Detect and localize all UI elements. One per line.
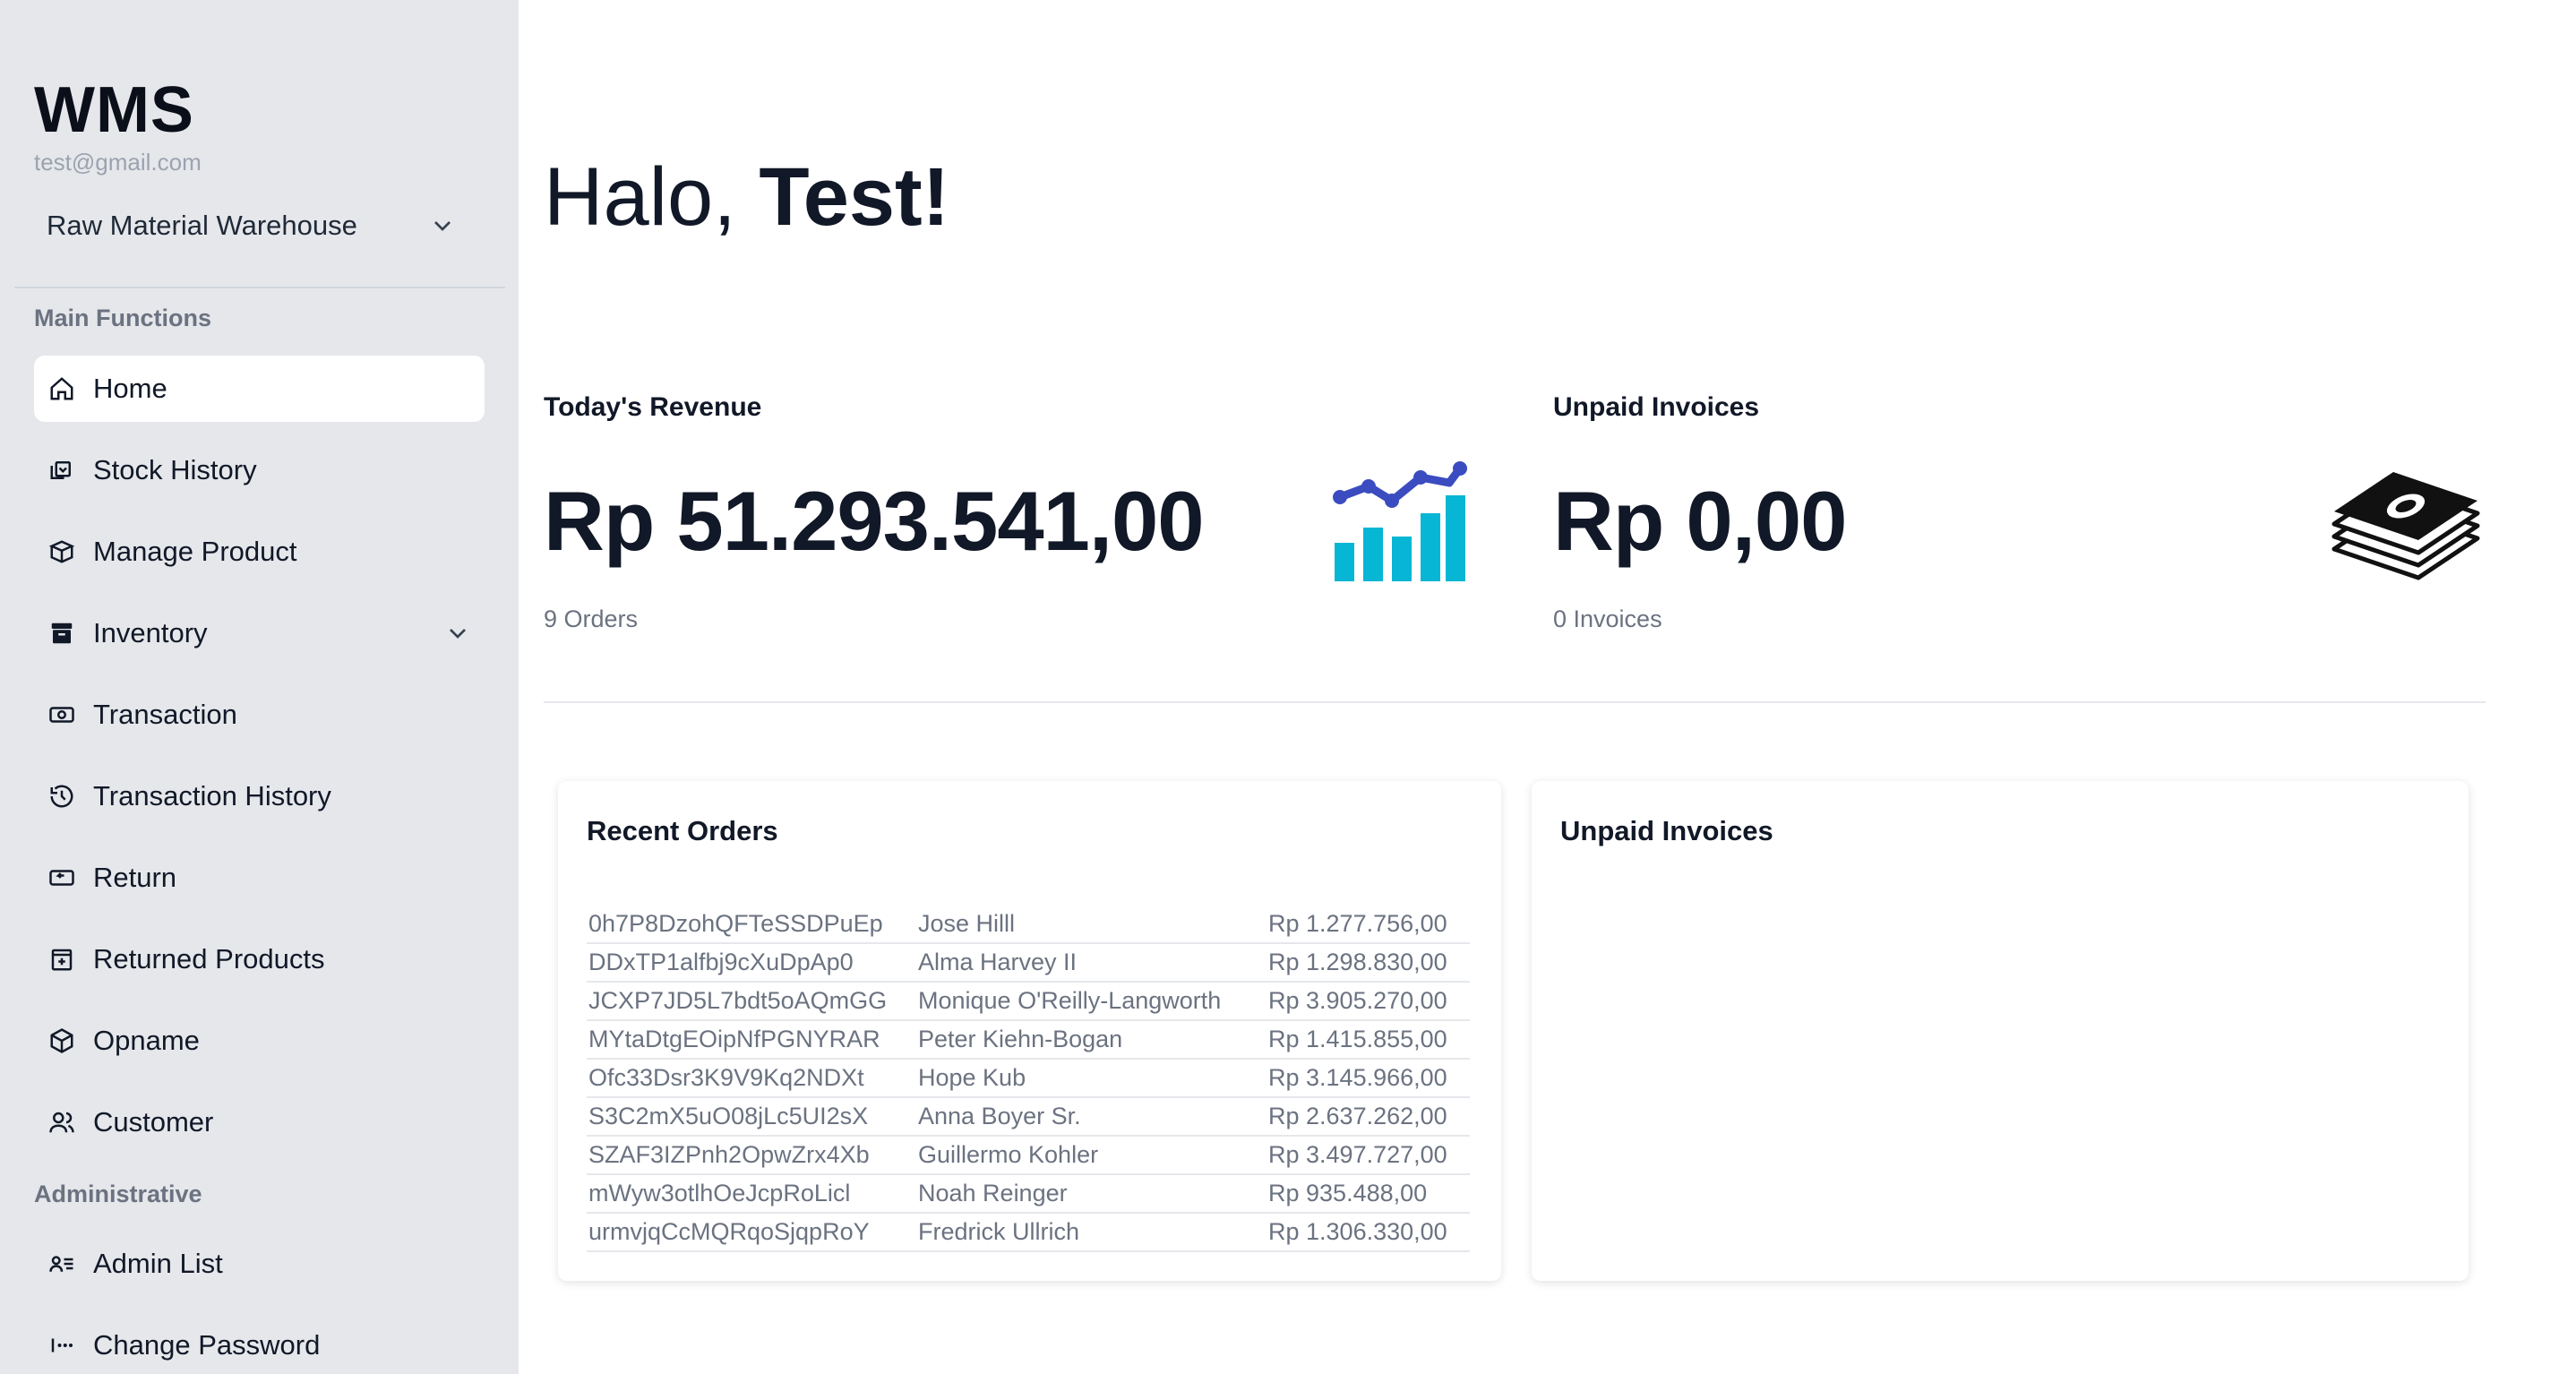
sidebar: WMS test@gmail.com Raw Material Warehous… [0, 0, 519, 1374]
brand-title: WMS [34, 74, 194, 146]
order-id: JCXP7JD5L7bdt5oAQmGG [587, 982, 916, 1021]
sidebar-item-label: Returned Products [93, 943, 325, 975]
revenue-orders-count: 9 Orders [544, 605, 639, 632]
history-icon [47, 781, 77, 812]
sidebar-item-opname[interactable]: Opname [34, 1008, 485, 1074]
revenue-value: Rp 51.293.541,00 [544, 474, 1205, 568]
sidebar-item-label: Return [93, 862, 177, 893]
sidebar-divider [14, 287, 505, 288]
order-customer: Noah Reinger [916, 1174, 1267, 1214]
order-amount: Rp 3.145.966,00 [1267, 1059, 1470, 1098]
sidebar-item-label: Transaction History [93, 780, 331, 812]
table-row[interactable]: JCXP7JD5L7bdt5oAQmGG Monique O'Reilly-La… [587, 982, 1470, 1021]
order-id: 0h7P8DzohQFTeSSDPuEp [587, 905, 916, 944]
order-id: SZAF3IZPnh2OpwZrx4Xb [587, 1136, 916, 1175]
order-customer: Peter Kiehn-Bogan [916, 1020, 1267, 1060]
archive-icon [47, 618, 77, 648]
recent-orders-table: 0h7P8DzohQFTeSSDPuEp Jose Hilll Rp 1.277… [587, 905, 1470, 1252]
section-label-main: Main Functions [34, 305, 211, 331]
chevron-down-icon [434, 221, 451, 231]
table-row[interactable]: mWyw3otlhOeJcpRoLicl Noah Reinger Rp 935… [587, 1174, 1470, 1214]
stock-history-icon [47, 455, 77, 485]
table-row[interactable]: S3C2mX5uO08jLc5UI2sX Anna Boyer Sr. Rp 2… [587, 1097, 1470, 1137]
table-row[interactable]: urmvjqCcMQRqoSjqpRoY Fredrick Ullrich Rp… [587, 1213, 1470, 1252]
sidebar-item-label: Opname [93, 1025, 200, 1056]
table-row[interactable]: MYtaDtgEOipNfPGNYRAR Peter Kiehn-Bogan R… [587, 1020, 1470, 1060]
page-greeting: Halo, Test! [544, 150, 949, 245]
order-customer: Alma Harvey II [916, 943, 1267, 983]
order-amount: Rp 1.415.855,00 [1267, 1020, 1470, 1060]
warehouse-select-label: Raw Material Warehouse [47, 210, 357, 241]
sidebar-item-label: Admin List [93, 1248, 223, 1279]
sidebar-item-admin-list[interactable]: Admin List [34, 1231, 485, 1297]
order-amount: Rp 3.497.727,00 [1267, 1136, 1470, 1175]
order-id: urmvjqCcMQRqoSjqpRoY [587, 1213, 916, 1252]
order-id: S3C2mX5uO08jLc5UI2sX [587, 1097, 916, 1137]
returned-box-icon [47, 944, 77, 975]
order-customer: Anna Boyer Sr. [916, 1097, 1267, 1137]
sidebar-item-transaction-history[interactable]: Transaction History [34, 763, 485, 829]
sidebar-item-label: Stock History [93, 454, 257, 485]
sidebar-item-label: Transaction [93, 699, 237, 730]
order-amount: Rp 2.637.262,00 [1267, 1097, 1470, 1137]
order-customer: Hope Kub [916, 1059, 1267, 1098]
order-customer: Jose Hilll [916, 905, 1267, 944]
sidebar-item-transaction[interactable]: Transaction [34, 682, 485, 748]
revenue-chart-icon [1333, 461, 1467, 581]
section-label-admin: Administrative [34, 1181, 202, 1207]
order-amount: Rp 1.298.830,00 [1267, 943, 1470, 983]
sidebar-item-manage-product[interactable]: Manage Product [34, 519, 485, 585]
sidebar-item-return[interactable]: Return [34, 845, 485, 911]
user-email: test@gmail.com [34, 149, 202, 176]
sidebar-item-home[interactable]: Home [34, 356, 485, 422]
sidebar-item-change-password[interactable]: Change Password [34, 1312, 485, 1374]
order-id: DDxTP1alfbj9cXuDpAp0 [587, 943, 916, 983]
unpaid-invoices-count: 0 Invoices [1553, 605, 1662, 632]
greeting-prefix: Halo, [544, 151, 760, 243]
order-customer: Guillermo Kohler [916, 1136, 1267, 1175]
unpaid-invoices-card: Unpaid Invoices [1532, 781, 2469, 1281]
recent-orders-card: Recent Orders 0h7P8DzohQFTeSSDPuEp Jose … [558, 781, 1501, 1281]
greeting-name: Test! [759, 151, 950, 243]
order-id: MYtaDtgEOipNfPGNYRAR [587, 1020, 916, 1060]
sidebar-item-label: Inventory [93, 617, 208, 648]
cube-icon [47, 1026, 77, 1056]
section-divider [544, 701, 2486, 703]
order-customer: Monique O'Reilly-Langworth [916, 982, 1267, 1021]
revenue-title: Today's Revenue [544, 392, 762, 422]
sidebar-item-inventory[interactable]: Inventory [34, 600, 485, 666]
sidebar-item-stock-history[interactable]: Stock History [34, 437, 485, 503]
users-icon [47, 1107, 77, 1138]
warehouse-select[interactable]: Raw Material Warehouse [34, 193, 482, 258]
unpaid-invoices-card-title: Unpaid Invoices [1560, 815, 1773, 846]
table-row[interactable]: Ofc33Dsr3K9V9Kq2NDXt Hope Kub Rp 3.145.9… [587, 1059, 1470, 1098]
table-row[interactable]: 0h7P8DzohQFTeSSDPuEp Jose Hilll Rp 1.277… [587, 905, 1470, 944]
order-id: Ofc33Dsr3K9V9Kq2NDXt [587, 1059, 916, 1098]
order-amount: Rp 3.905.270,00 [1267, 982, 1470, 1021]
return-icon [47, 863, 77, 893]
table-row[interactable]: SZAF3IZPnh2OpwZrx4Xb Guillermo Kohler Rp… [587, 1136, 1470, 1175]
sidebar-item-label: Manage Product [93, 536, 297, 567]
chevron-down-icon[interactable] [443, 619, 472, 648]
money-stack-icon [2331, 472, 2480, 580]
sidebar-item-returned-products[interactable]: Returned Products [34, 926, 485, 992]
home-icon [47, 374, 77, 404]
sidebar-item-label: Change Password [93, 1329, 321, 1361]
unpaid-value: Rp 0,00 [1553, 474, 1847, 568]
password-icon [47, 1330, 77, 1361]
user-list-icon [47, 1249, 77, 1279]
sidebar-item-label: Customer [93, 1106, 214, 1138]
order-id: mWyw3otlhOeJcpRoLicl [587, 1174, 916, 1214]
sidebar-item-label: Home [93, 373, 167, 404]
order-amount: Rp 1.306.330,00 [1267, 1213, 1470, 1252]
order-amount: Rp 935.488,00 [1267, 1174, 1470, 1214]
recent-orders-title: Recent Orders [587, 815, 778, 846]
order-amount: Rp 1.277.756,00 [1267, 905, 1470, 944]
sidebar-item-customer[interactable]: Customer [34, 1089, 485, 1155]
unpaid-title: Unpaid Invoices [1553, 392, 1760, 422]
table-row[interactable]: DDxTP1alfbj9cXuDpAp0 Alma Harvey II Rp 1… [587, 943, 1470, 983]
box-icon [47, 537, 77, 567]
cash-icon [47, 700, 77, 730]
order-customer: Fredrick Ullrich [916, 1213, 1267, 1252]
